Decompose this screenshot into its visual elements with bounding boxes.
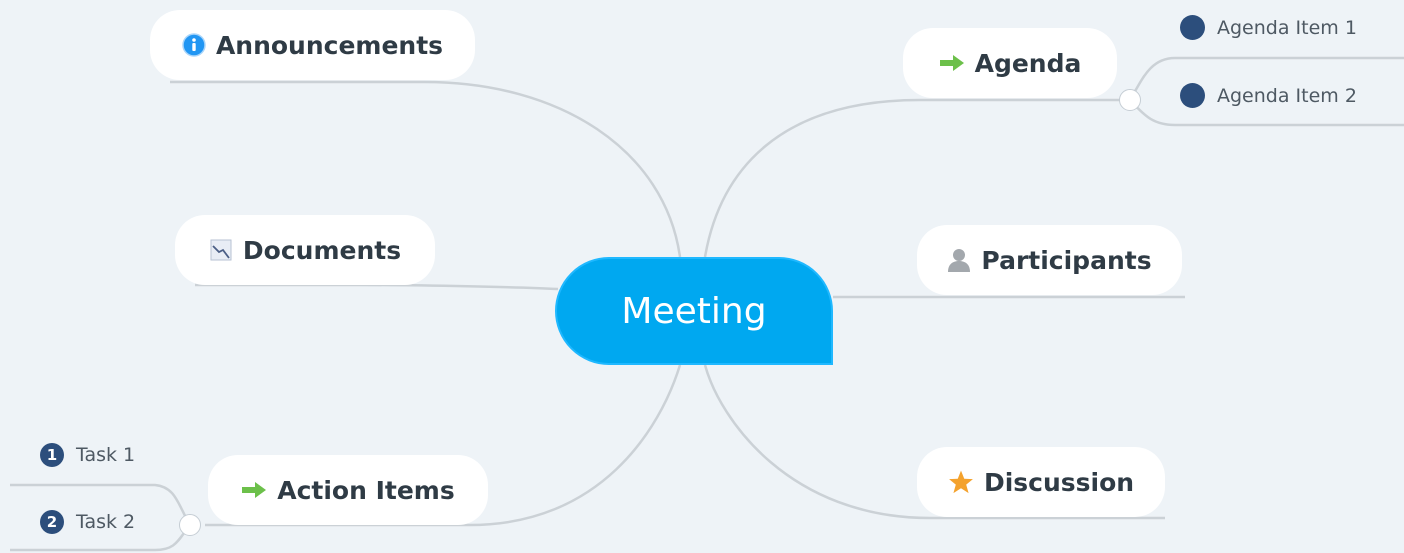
central-topic-meeting[interactable]: Meeting (555, 257, 833, 365)
central-topic-label: Meeting (621, 290, 767, 332)
topic-label: Announcements (215, 30, 444, 60)
subtopic-task-2[interactable]: 2 Task 2 (40, 510, 135, 534)
document-chart-icon (209, 238, 233, 262)
topic-agenda[interactable]: Agenda (903, 28, 1117, 98)
topic-label: Discussion (983, 467, 1135, 497)
topic-discussion[interactable]: Discussion (917, 447, 1165, 517)
subtopic-agenda-item-1[interactable]: Agenda Item 1 (1180, 15, 1357, 40)
topic-label: Agenda (974, 48, 1082, 78)
topic-announcements[interactable]: Announcements (150, 10, 475, 80)
info-icon (182, 33, 206, 57)
subtopic-label: Task 1 (76, 444, 136, 466)
subtopic-label: Agenda Item 2 (1217, 84, 1357, 107)
person-icon (947, 247, 971, 273)
topic-documents[interactable]: Documents (175, 215, 435, 285)
bullet-dot-icon (1180, 83, 1205, 108)
subtopic-task-1[interactable]: 1 Task 1 (40, 443, 135, 467)
topic-participants[interactable]: Participants (917, 225, 1182, 295)
green-arrow-icon (939, 53, 965, 73)
topic-label: Documents (242, 235, 402, 265)
number-badge-icon: 2 (40, 510, 64, 534)
green-arrow-icon (241, 480, 267, 500)
topic-action-items[interactable]: Action Items (208, 455, 488, 525)
subtopic-label: Agenda Item 1 (1217, 16, 1357, 39)
star-icon (948, 469, 974, 495)
subtopic-label: Task 2 (76, 511, 136, 533)
collapse-toggle-agenda[interactable] (1119, 89, 1141, 111)
topic-label: Participants (981, 245, 1152, 275)
number-badge-icon: 1 (40, 443, 64, 467)
subtopic-agenda-item-2[interactable]: Agenda Item 2 (1180, 83, 1357, 108)
collapse-toggle-action-items[interactable] (179, 514, 201, 536)
topic-label: Action Items (277, 475, 455, 505)
bullet-dot-icon (1180, 15, 1205, 40)
